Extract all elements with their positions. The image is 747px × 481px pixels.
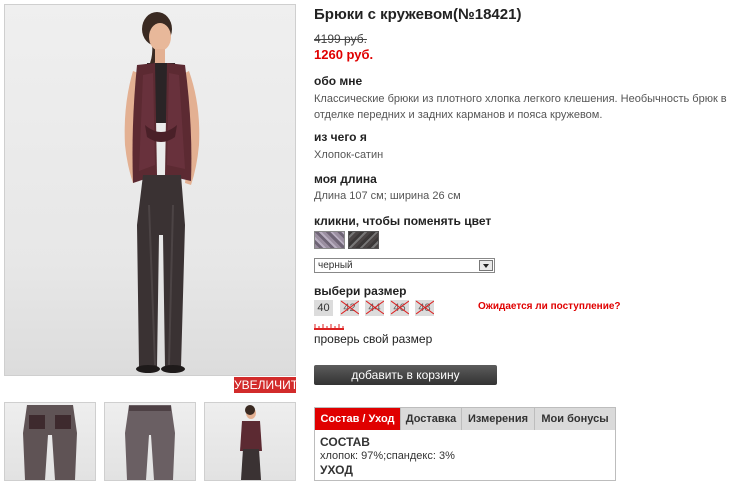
size-option-40[interactable]: 40 [314,300,333,316]
material-text: Хлопок-сатин [314,149,384,161]
about-text: Классические брюки из плотного хлопка ле… [314,93,727,121]
thumbnail-back-image [23,405,77,480]
size-option-42[interactable]: 42 [340,300,359,316]
length-text: Длина 107 см; ширина 26 см [314,190,461,202]
tab-bar: Состав / Уход Доставка Измерения Мои бон… [315,408,615,430]
tab-measurements[interactable]: Измерения [462,408,535,430]
material-label: из чего я [314,130,367,144]
color-label: кликни, чтобы поменять цвет [314,214,492,228]
product-main-photo[interactable] [4,4,296,376]
chevron-down-icon[interactable] [479,260,493,271]
info-tabs-panel: Состав / Уход Доставка Измерения Мои бон… [314,407,616,481]
about-label: обо мне [314,74,363,88]
composition-heading: СОСТАВ [320,435,370,449]
zoom-button[interactable]: УВЕЛИЧИТЬ [234,377,306,393]
ruler-icon [314,324,344,330]
thumbnail-front-view[interactable] [104,402,196,481]
size-option-48[interactable]: 48 [415,300,434,316]
thumbnail-full-view[interactable] [204,402,296,481]
old-price: 4199 руб. [314,32,367,46]
tab-bonuses[interactable]: Мои бонусы [535,408,615,430]
model-figure-image [124,12,200,373]
thumbnail-front-image [125,405,175,480]
restock-link[interactable]: Ожидается ли поступление? [478,301,621,312]
add-to-cart-button[interactable]: добавить в корзину [314,365,497,385]
size-label: выбери размер [314,284,407,298]
color-select[interactable]: черный [314,258,495,273]
color-select-value: черный [318,260,353,271]
care-heading: УХОД [320,463,353,477]
check-size-link[interactable]: проверь свой размер [314,332,432,346]
thumbnail-full-image [240,405,262,480]
tab-content: СОСТАВ хлопок: 97%;спандекс: 3% УХОД [320,435,610,477]
color-swatch-black[interactable] [348,231,379,249]
thumbnail-back-view[interactable] [4,402,96,481]
size-option-46[interactable]: 46 [390,300,409,316]
color-swatch-purple[interactable] [314,231,345,249]
composition-text: хлопок: 97%;спандекс: 3% [320,450,455,462]
tab-delivery[interactable]: Доставка [401,408,462,430]
size-option-44[interactable]: 44 [365,300,384,316]
tab-composition-care[interactable]: Состав / Уход [315,408,401,430]
product-title: Брюки с кружевом(№18421) [314,6,522,23]
sale-price: 1260 руб. [314,47,374,62]
length-label: моя длина [314,172,377,186]
